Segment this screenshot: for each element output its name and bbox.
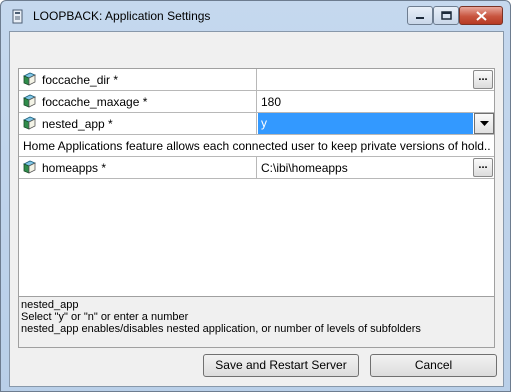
help-setting-name: nested_app bbox=[21, 299, 79, 311]
setting-value[interactable]: 180 bbox=[261, 95, 281, 109]
chevron-down-icon bbox=[479, 120, 489, 126]
setting-row-foccache-dir[interactable]: foccache_dir * ... bbox=[19, 69, 494, 91]
nested-app-combobox-input[interactable]: y bbox=[258, 113, 473, 134]
save-and-restart-button[interactable]: Save and Restart Server bbox=[203, 354, 359, 377]
book-icon bbox=[23, 94, 36, 108]
setting-description-row: Home Applications feature allows each co… bbox=[19, 135, 494, 157]
setting-value-cell[interactable]: C:\ibi\homeapps ... bbox=[258, 157, 494, 178]
book-icon bbox=[23, 116, 36, 130]
maximize-icon bbox=[440, 11, 452, 20]
setting-row-nested-app[interactable]: nested_app * y bbox=[19, 113, 494, 135]
cancel-button[interactable]: Cancel bbox=[370, 354, 497, 377]
help-panel: nested_app Select "y" or "n" or enter a … bbox=[18, 296, 495, 348]
dropdown-button[interactable] bbox=[474, 113, 494, 134]
help-instructions: Select "y" or "n" or enter a number bbox=[21, 311, 189, 323]
setting-name-cell: homeapps * bbox=[19, 157, 257, 178]
setting-description: Home Applications feature allows each co… bbox=[23, 139, 491, 153]
setting-name: foccache_maxage * bbox=[42, 95, 148, 109]
browse-button[interactable]: ... bbox=[473, 70, 493, 89]
setting-name-cell: foccache_maxage * bbox=[19, 91, 257, 112]
setting-value[interactable]: C:\ibi\homeapps bbox=[261, 161, 348, 175]
client-area: foccache_dir * ... foccache_maxage * 180… bbox=[9, 31, 504, 387]
settings-grid: foccache_dir * ... foccache_maxage * 180… bbox=[18, 68, 495, 318]
window-title: LOOPBACK: Application Settings bbox=[33, 9, 211, 23]
help-description: nested_app enables/disables nested appli… bbox=[21, 323, 421, 335]
setting-value-cell[interactable]: 180 bbox=[258, 91, 494, 112]
setting-name: homeapps * bbox=[42, 161, 107, 175]
setting-name-cell: nested_app * bbox=[19, 113, 257, 134]
setting-name-cell: foccache_dir * bbox=[19, 69, 257, 90]
setting-value-cell[interactable]: y bbox=[258, 113, 494, 134]
application-settings-window: LOOPBACK: Application Settings foccache_… bbox=[0, 0, 511, 392]
close-button[interactable] bbox=[459, 6, 503, 25]
book-icon bbox=[23, 160, 36, 174]
setting-value-cell[interactable]: ... bbox=[258, 69, 494, 90]
browse-button[interactable]: ... bbox=[473, 158, 493, 177]
maximize-button[interactable] bbox=[433, 6, 459, 25]
setting-row-foccache-maxage[interactable]: foccache_maxage * 180 bbox=[19, 91, 494, 113]
setting-name: foccache_dir * bbox=[42, 73, 119, 87]
close-icon bbox=[475, 10, 487, 21]
minimize-icon bbox=[416, 16, 424, 19]
book-icon bbox=[23, 72, 36, 86]
title-bar[interactable]: LOOPBACK: Application Settings bbox=[1, 1, 510, 31]
app-icon bbox=[12, 9, 23, 24]
setting-name: nested_app * bbox=[42, 117, 113, 131]
minimize-button[interactable] bbox=[407, 6, 433, 25]
setting-row-homeapps[interactable]: homeapps * C:\ibi\homeapps ... bbox=[19, 157, 494, 179]
